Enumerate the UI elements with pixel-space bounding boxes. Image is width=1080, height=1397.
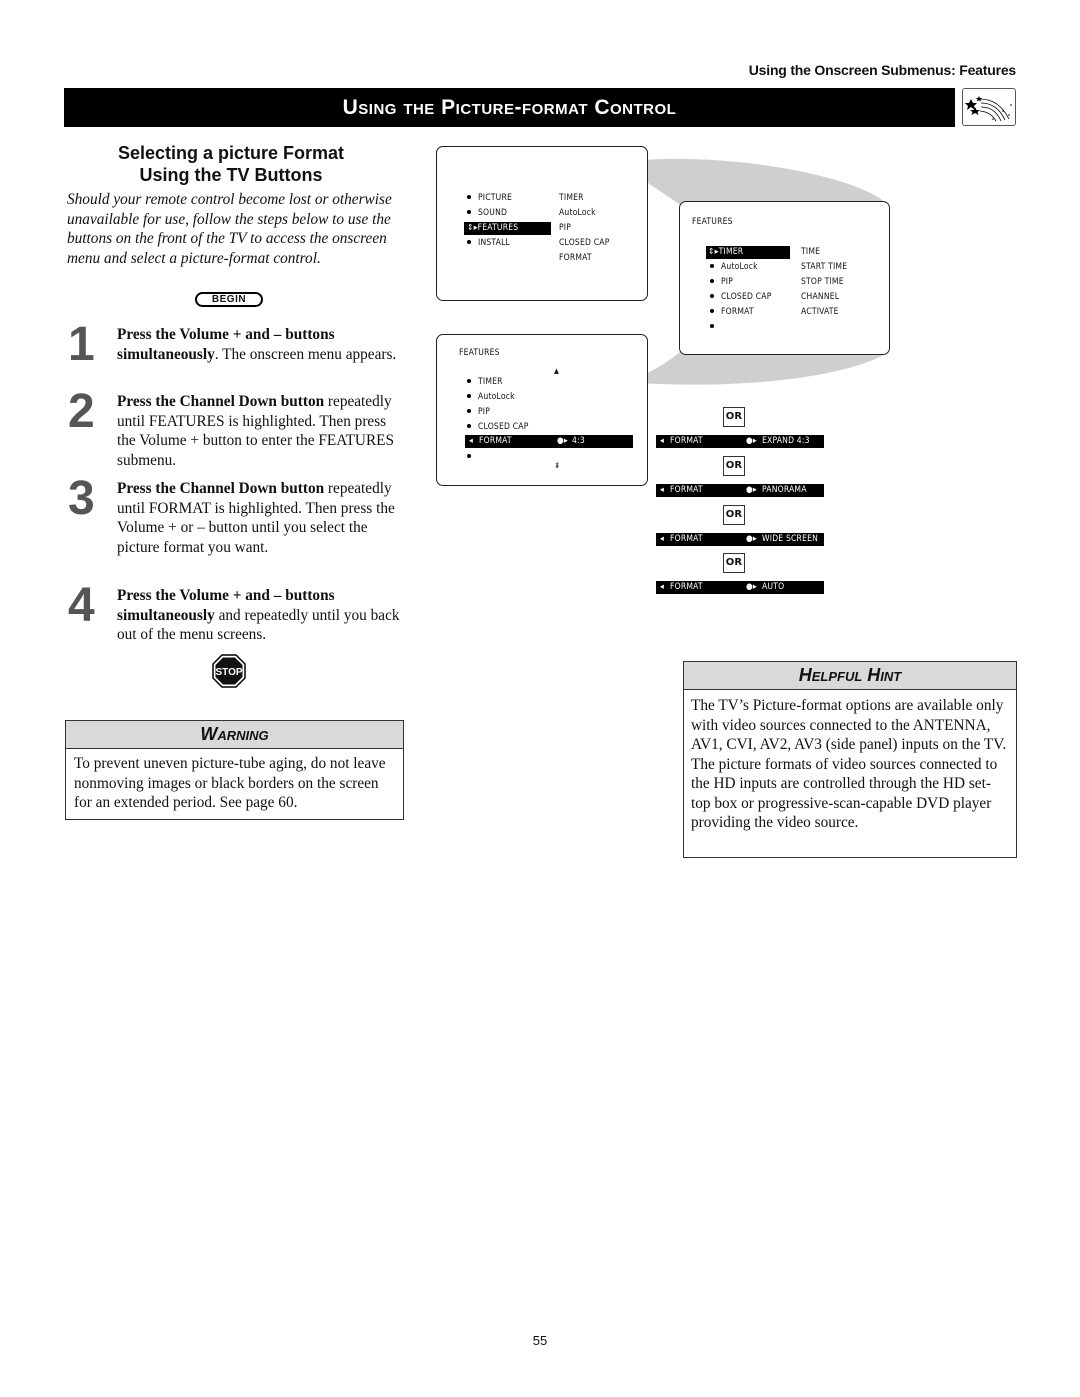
submenu-item: TIMER: [559, 193, 584, 203]
bullet-icon: [467, 378, 471, 383]
format-value: WIDE SCREEN: [762, 534, 819, 544]
submenu-item: CLOSED CAP: [559, 238, 610, 248]
bullet-icon: [710, 293, 714, 298]
menu-item: PIP: [467, 406, 490, 419]
format-value: EXPAND 4:3: [762, 436, 810, 446]
left-arrow-icon: ◂: [660, 485, 665, 495]
format-option-bar: ◂ FORMAT ●▸ WIDE SCREEN: [656, 533, 824, 546]
bullet-icon: [467, 209, 471, 214]
bullet-icon: [467, 239, 471, 244]
submenu-item: TIME: [801, 247, 821, 257]
menu-item-label: INSTALL: [478, 238, 510, 248]
submenu-item: ACTIVATE: [801, 307, 839, 317]
or-label: OR: [723, 407, 745, 427]
tv-screen-features-timer: FEATURES ⇕▸TIMER AutoLock PIP CLOSED CAP…: [679, 201, 890, 355]
left-arrow-icon: ◂: [660, 582, 665, 592]
adjust-arrow-icon: ●▸: [746, 436, 757, 446]
adjust-arrow-icon: ●▸: [746, 485, 757, 495]
bullet-icon: [710, 263, 714, 268]
menu-item-label: FEATURES: [477, 223, 519, 233]
format-value: AUTO: [762, 582, 785, 592]
menu-item: CLOSED CAP: [467, 421, 529, 434]
menu-item: INSTALL: [467, 237, 510, 250]
hint-body: The TV’s Picture-format options are avai…: [691, 697, 1007, 831]
updown-arrow-icon: ⇕▸: [708, 247, 719, 257]
warning-box: Warning To prevent uneven picture-tube a…: [65, 720, 404, 820]
down-arrow-icon: ⇟: [554, 461, 561, 470]
or-label: OR: [723, 456, 745, 476]
menu-item-label: TIMER: [478, 377, 503, 387]
menu-item-label: CLOSED CAP: [478, 422, 529, 432]
updown-arrow-icon: ⇕▸: [467, 223, 478, 233]
bullet-icon: [710, 278, 714, 283]
menu-item: PICTURE: [467, 192, 512, 205]
adjust-arrow-icon: ●▸: [746, 534, 757, 544]
bullet-icon: [467, 423, 471, 428]
format-option-bar: ◂ FORMAT ●▸ AUTO: [656, 581, 824, 594]
screen-title: FEATURES: [459, 348, 500, 358]
format-value: PANORAMA: [762, 485, 807, 495]
adjust-arrow-icon: ●▸: [557, 436, 568, 446]
format-label: FORMAT: [670, 582, 703, 592]
up-arrow-icon: ▲: [554, 367, 560, 375]
submenu-item: PIP: [559, 223, 572, 233]
menu-item: SOUND: [467, 207, 507, 220]
submenu-item: START TIME: [801, 262, 848, 272]
menu-item-highlighted: ⇕▸TIMER: [706, 246, 790, 259]
bullet-icon: [710, 308, 714, 313]
helpful-hint-box: Helpful Hint The TV’s Picture-format opt…: [683, 661, 1017, 858]
menu-item-highlighted: ⇕▸FEATURES: [464, 222, 551, 235]
tv-screen-features-format: FEATURES ▲ TIMER AutoLock PIP CLOSED CAP…: [436, 334, 648, 486]
or-label: OR: [723, 553, 745, 573]
menu-item-label: PIP: [721, 277, 734, 287]
bullet-icon: [710, 323, 714, 328]
left-arrow-icon: ◂: [660, 534, 665, 544]
format-label: FORMAT: [670, 436, 703, 446]
bullet-icon: [467, 194, 471, 199]
submenu-item: FORMAT: [559, 253, 592, 263]
menu-item: FORMAT: [710, 306, 754, 319]
left-arrow-icon: ◂: [660, 436, 665, 446]
format-value: 4:3: [572, 436, 585, 446]
menu-item-label: AutoLock: [478, 392, 515, 402]
menu-item-label: FORMAT: [721, 307, 754, 317]
adjust-arrow-icon: ●▸: [746, 582, 757, 592]
left-arrow-icon: ◂: [469, 436, 474, 446]
menu-item: PIP: [710, 276, 733, 289]
menu-item-label: PIP: [478, 407, 491, 417]
menu-item-label: PICTURE: [478, 193, 513, 203]
format-label: FORMAT: [670, 534, 703, 544]
menu-item: AutoLock: [710, 261, 758, 274]
menu-item-label: FORMAT: [479, 436, 512, 446]
menu-item: AutoLock: [467, 391, 515, 404]
or-label: OR: [723, 505, 745, 525]
format-option-bar: ◂ FORMAT ●▸ PANORAMA: [656, 484, 824, 497]
warning-body: To prevent uneven picture-tube aging, do…: [74, 755, 386, 811]
menu-item-label: CLOSED CAP: [721, 292, 772, 302]
submenu-item: AutoLock: [559, 208, 596, 218]
menu-item: [710, 321, 721, 334]
tv-screen-main-menu: PICTURE SOUND ⇕▸FEATURES INSTALL TIMER A…: [436, 146, 648, 301]
format-option-bar: ◂ FORMAT ●▸ EXPAND 4:3: [656, 435, 824, 448]
hint-title: Helpful Hint: [684, 662, 1016, 690]
menu-item-label: SOUND: [478, 208, 508, 218]
menu-item: [467, 451, 478, 464]
screen-title: FEATURES: [692, 217, 733, 227]
page-number: 55: [532, 1333, 548, 1348]
menu-item-highlighted: ◂ FORMAT ●▸ 4:3: [465, 435, 633, 448]
bullet-icon: [467, 408, 471, 413]
format-label: FORMAT: [670, 485, 703, 495]
bullet-icon: [467, 393, 471, 398]
menu-item-label: AutoLock: [721, 262, 758, 272]
submenu-item: CHANNEL: [801, 292, 840, 302]
menu-item-label: TIMER: [718, 247, 744, 257]
warning-title: Warning: [66, 721, 403, 749]
menu-item: TIMER: [467, 376, 503, 389]
submenu-item: STOP TIME: [801, 277, 844, 287]
bullet-icon: [467, 453, 471, 458]
menu-item: CLOSED CAP: [710, 291, 772, 304]
